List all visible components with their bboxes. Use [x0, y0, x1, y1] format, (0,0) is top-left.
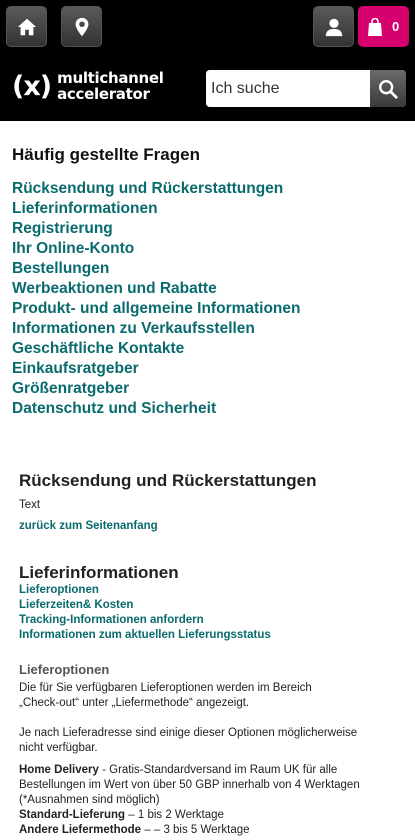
faq-link-list: Rücksendung und Rückerstattungen Lieferi…	[12, 179, 301, 419]
logo-line-2: accelerator	[57, 85, 150, 103]
delivery-heading: Lieferinformationen	[19, 563, 179, 582]
other-delivery-label: Andere Liefermethode	[19, 824, 142, 836]
faq-link-product-info[interactable]: Produkt- und allgemeine Informationen	[12, 299, 301, 319]
faq-link-account[interactable]: Ihr Online-Konto	[12, 239, 301, 259]
delivery-link-tracking[interactable]: Tracking-Informationen anfordern	[19, 613, 360, 628]
other-delivery-info: Andere Liefermethode – – 3 bis 5 Werktag…	[19, 823, 360, 838]
standard-delivery-text: – 1 bis 2 Werktage	[125, 809, 224, 821]
account-button[interactable]	[313, 6, 354, 47]
store-locator-button[interactable]	[61, 6, 102, 47]
home-button[interactable]	[6, 6, 47, 47]
paragraph-line: „Check-out“ unter „Liefermethode“ angeze…	[19, 697, 250, 709]
home-delivery-line-2: Bestellungen im Wert von über 50 GBP inn…	[19, 779, 360, 791]
delivery-options-heading: Lieferoptionen	[19, 662, 110, 677]
home-delivery-label: Home Delivery	[19, 764, 99, 776]
faq-link-stores[interactable]: Informationen zu Verkaufsstellen	[12, 319, 301, 339]
logo-line-1: multichannel	[57, 69, 164, 87]
faq-link-delivery[interactable]: Lieferinformationen	[12, 199, 301, 219]
main-content: Häufig gestellte Fragen Rücksendung und …	[0, 121, 415, 840]
faq-link-promotions[interactable]: Werbeaktionen und Rabatte	[12, 279, 301, 299]
standard-delivery-info: Standard-Lieferung – 1 bis 2 Werktage	[19, 808, 360, 823]
faq-link-business[interactable]: Geschäftliche Kontakte	[12, 339, 301, 359]
paragraph-line: nicht verfügbar.	[19, 742, 98, 754]
cart-count-badge: 0	[392, 19, 400, 34]
delivery-paragraph-2: Je nach Lieferadresse sind einige dieser…	[19, 726, 360, 756]
paragraph-line: Die für Sie verfügbaren Lieferoptionen w…	[19, 682, 312, 694]
returns-heading: Rücksendung und Rückerstattungen	[19, 471, 317, 490]
search-icon	[379, 79, 398, 99]
logo-mark: (x)	[12, 70, 52, 102]
delivery-link-status[interactable]: Informationen zum aktuellen Lieferungsst…	[19, 628, 360, 643]
faq-link-privacy[interactable]: Datenschutz und Sicherheit	[12, 399, 301, 419]
paragraph-line: Je nach Lieferadresse sind einige dieser…	[19, 727, 358, 739]
returns-text: Text	[19, 499, 41, 511]
delivery-link-times-costs[interactable]: Lieferzeiten& Kosten	[19, 598, 360, 613]
search-button[interactable]	[370, 70, 406, 107]
home-delivery-line-3: (*Ausnahmen sind möglich)	[19, 794, 160, 806]
home-icon	[17, 18, 36, 35]
returns-section: Rücksendung und Rückerstattungen Text zu…	[19, 471, 317, 534]
standard-delivery-label: Standard-Lieferung	[19, 809, 126, 821]
delivery-section: Lieferinformationen Lieferoptionen Liefe…	[19, 563, 360, 838]
home-delivery-text: - Gratis-Standardversand im Raum UK für …	[98, 764, 338, 776]
user-icon	[325, 18, 342, 36]
logo-text: multichannel accelerator	[57, 70, 164, 102]
other-delivery-text: – – 3 bis 5 Werktage	[141, 824, 250, 836]
cart-button[interactable]: 0	[358, 6, 409, 47]
delivery-paragraph-1: Die für Sie verfügbaren Lieferoptionen w…	[19, 681, 360, 711]
search-input[interactable]	[206, 70, 370, 107]
faq-link-registration[interactable]: Registrierung	[12, 219, 301, 239]
faq-link-size-guide[interactable]: Größenratgeber	[12, 379, 301, 399]
shopping-bag-icon	[368, 17, 382, 36]
back-to-top-link[interactable]: zurück zum Seitenanfang	[19, 519, 317, 534]
faq-link-shopping-guide[interactable]: Einkaufsratgeber	[12, 359, 301, 379]
location-pin-icon	[75, 17, 88, 36]
faq-link-returns[interactable]: Rücksendung und Rückerstattungen	[12, 179, 301, 199]
header-bar: 0 (x) multichannel accelerator	[0, 0, 415, 121]
faq-link-orders[interactable]: Bestellungen	[12, 259, 301, 279]
home-delivery-info: Home Delivery - Gratis-Standardversand i…	[19, 763, 360, 808]
page-title: Häufig gestellte Fragen	[12, 145, 200, 164]
delivery-link-options[interactable]: Lieferoptionen	[19, 583, 360, 598]
logo[interactable]: (x) multichannel accelerator	[12, 70, 164, 102]
search-box	[206, 70, 406, 107]
